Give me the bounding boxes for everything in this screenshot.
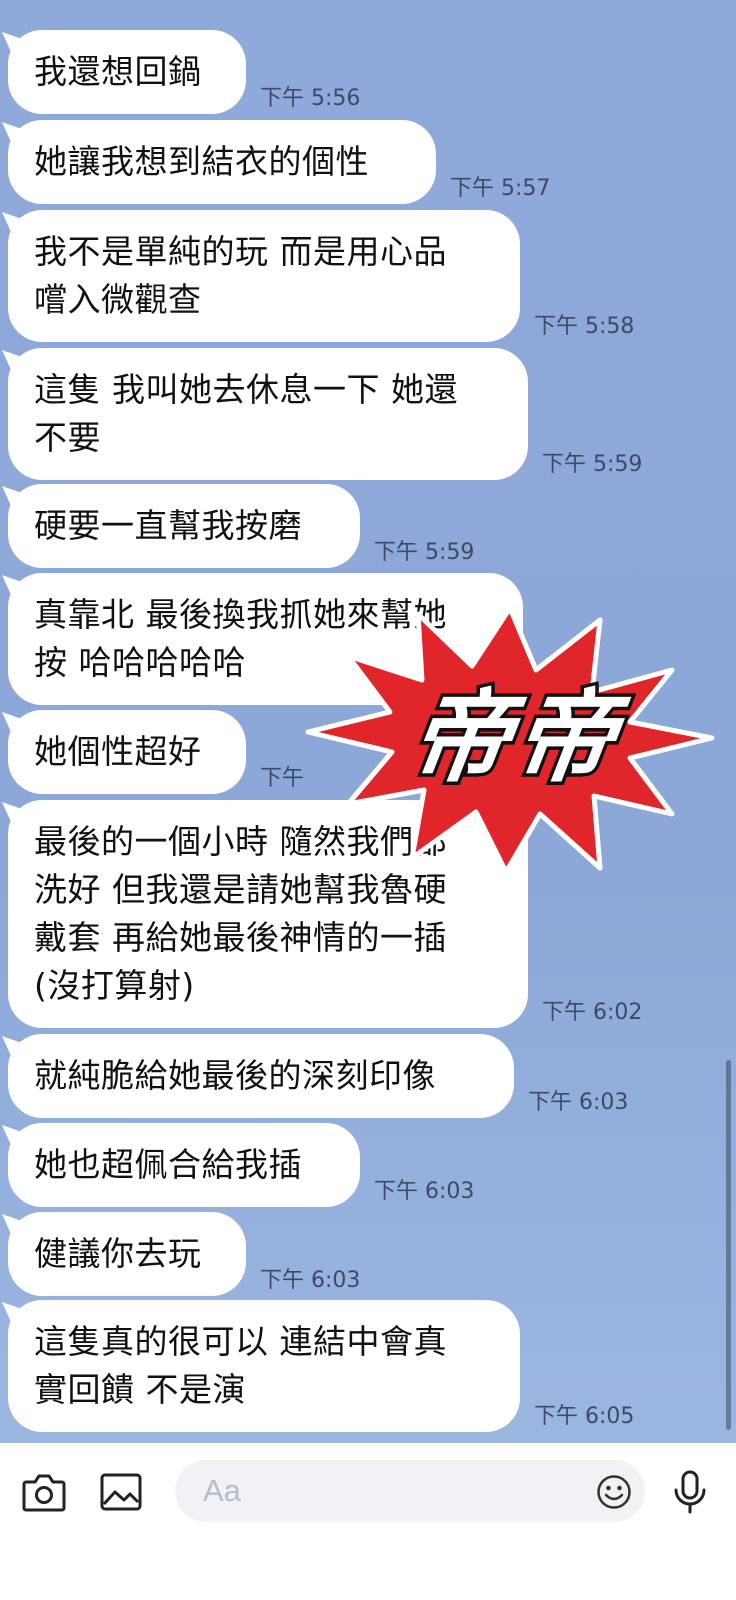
message-time: 下午 5:58 bbox=[534, 314, 635, 339]
message-row: 健議你去玩 下午 6:03 bbox=[8, 1212, 360, 1296]
message-time: 下午 bbox=[260, 766, 305, 791]
chat-area[interactable]: 我還想回鍋 下午 5:56 她讓我想到結衣的個性 下午 5:57 我不是單純的玩… bbox=[0, 0, 736, 1443]
message-bubble[interactable]: 這隻 我叫她去休息一下 她還 不要 bbox=[8, 348, 528, 480]
message-row: 她個性超好 下午 bbox=[8, 710, 304, 794]
sticker-text: 帝帝 bbox=[402, 679, 634, 795]
camera-icon[interactable] bbox=[22, 1472, 66, 1512]
message-row: 這隻 我叫她去休息一下 她還 不要 下午 5:59 bbox=[8, 348, 642, 480]
message-time: 下午 6:03 bbox=[528, 1090, 629, 1115]
message-input[interactable] bbox=[175, 1460, 645, 1522]
scrollbar[interactable] bbox=[726, 1060, 731, 1430]
smiley-icon[interactable] bbox=[596, 1474, 632, 1510]
message-bubble[interactable]: 她個性超好 bbox=[8, 710, 246, 794]
message-time: 下午 5:57 bbox=[450, 176, 551, 201]
message-bubble[interactable]: 這隻真的很可以 連結中會真 實回饋 不是演 bbox=[8, 1300, 520, 1432]
message-row: 硬要一直幫我按磨 下午 5:59 bbox=[8, 484, 474, 568]
message-bubble[interactable]: 我還想回鍋 bbox=[8, 30, 246, 114]
message-row: 她也超佩合給我插 下午 6:03 bbox=[8, 1123, 474, 1207]
message-bubble[interactable]: 健議你去玩 bbox=[8, 1212, 246, 1296]
message-bubble[interactable]: 硬要一直幫我按磨 bbox=[8, 484, 360, 568]
microphone-icon[interactable] bbox=[670, 1470, 710, 1514]
message-row: 就純脆給她最後的深刻印像 下午 6:03 bbox=[8, 1034, 628, 1118]
message-row: 我不是單純的玩 而是用心品 嚐入微觀查 下午 5:58 bbox=[8, 210, 634, 342]
message-time: 下午 6:05 bbox=[534, 1404, 635, 1429]
message-bubble[interactable]: 就純脆給她最後的深刻印像 bbox=[8, 1034, 514, 1118]
message-row: 她讓我想到結衣的個性 下午 5:57 bbox=[8, 120, 550, 204]
message-bubble[interactable]: 她讓我想到結衣的個性 bbox=[8, 120, 436, 204]
image-icon[interactable] bbox=[100, 1472, 142, 1512]
burst-sticker[interactable]: 帝帝 bbox=[300, 600, 720, 880]
message-row: 這隻真的很可以 連結中會真 實回饋 不是演 下午 6:05 bbox=[8, 1300, 634, 1432]
message-row: 我還想回鍋 下午 5:56 bbox=[8, 30, 360, 114]
message-time: 下午 6:03 bbox=[374, 1179, 475, 1204]
message-time: 下午 6:02 bbox=[542, 1000, 643, 1025]
message-bubble[interactable]: 她也超佩合給我插 bbox=[8, 1123, 360, 1207]
message-time: 下午 5:59 bbox=[374, 540, 475, 565]
message-time: 下午 5:59 bbox=[542, 452, 643, 477]
message-time: 下午 6:03 bbox=[260, 1268, 361, 1293]
message-bubble[interactable]: 我不是單純的玩 而是用心品 嚐入微觀查 bbox=[8, 210, 520, 342]
message-time: 下午 5:56 bbox=[260, 86, 361, 111]
